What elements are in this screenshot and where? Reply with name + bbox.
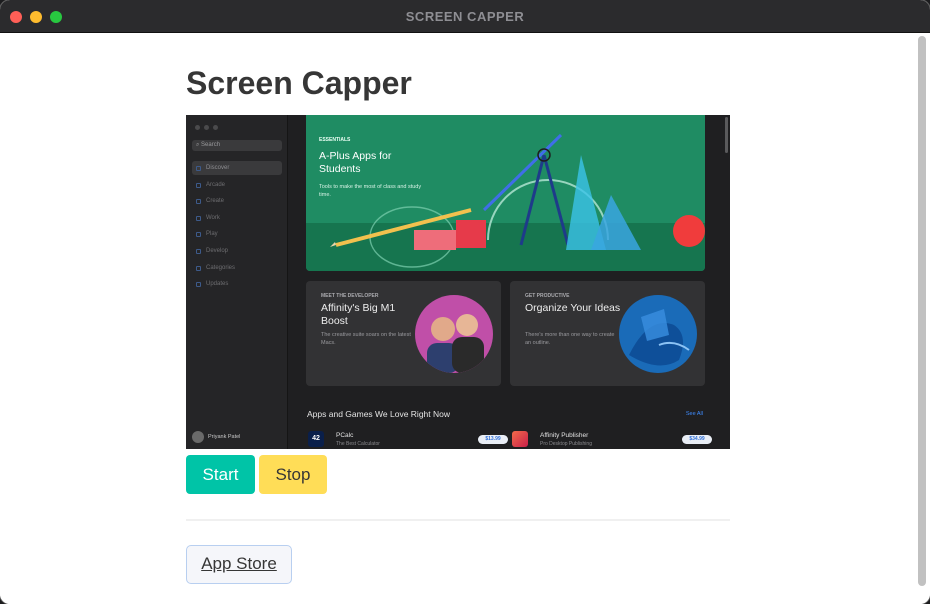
people-photo-icon: [427, 314, 484, 373]
window-title: SCREEN CAPPER: [405, 9, 525, 24]
rocket-icon: [196, 232, 201, 237]
hero-description: Tools to make the most of class and stud…: [319, 184, 422, 198]
preview-nav-develop: Develop: [192, 244, 282, 258]
hero-title: A-Plus Apps for Students: [319, 150, 392, 175]
title-bar[interactable]: SCREEN CAPPER: [0, 0, 930, 33]
preview-see-all-link: See All: [685, 411, 703, 417]
preview-nav-label: Play: [206, 231, 218, 237]
hand-illustration-icon: [629, 309, 690, 366]
developer-photo: [415, 295, 493, 373]
preview-search-label: Search: [201, 142, 221, 148]
preview-app-item: Affinity Publisher Pro Desktop Publishin…: [512, 431, 712, 449]
app-name: PCalc: [336, 432, 354, 439]
download-icon: [196, 282, 201, 287]
preview-hero-banner: ESSENTIALS A-Plus Apps for Students Tool…: [306, 115, 705, 271]
preview-nav-label: Categories: [206, 265, 236, 271]
preview-scrollbar: [725, 117, 728, 153]
preview-nav-label: Discover: [206, 165, 230, 171]
scrollbar-thumb[interactable]: [918, 36, 926, 586]
page-title: Screen Capper: [186, 65, 412, 101]
preview-nav-create: Create: [192, 194, 282, 208]
preview-search: ⌕ Search: [192, 140, 282, 151]
preview-nav-updates: Updates: [192, 277, 282, 291]
preview-traffic-dot: [204, 125, 209, 130]
preview-card-developer: MEET THE DEVELOPER Affinity's Big M1 Boo…: [306, 281, 501, 386]
preview-card-productive: GET PRODUCTIVE Organize Your Ideas There…: [510, 281, 705, 386]
app-subtitle: Pro Desktop Publishing: [540, 441, 592, 447]
preview-nav-play: Play: [192, 227, 282, 241]
start-button[interactable]: Start: [186, 455, 255, 494]
app-window: SCREEN CAPPER Screen Capper ⌕ Search Dis…: [0, 0, 930, 604]
outline-illustration: [619, 295, 697, 373]
star-icon: [196, 166, 201, 171]
preview-user-name: Priyank Patel: [208, 434, 241, 440]
app-store-link-button[interactable]: App Store: [186, 545, 292, 584]
preview-traffic-dot: [195, 125, 200, 130]
arcade-icon: [196, 183, 201, 188]
preview-nav-categories: Categories: [192, 261, 282, 275]
preview-traffic-dot: [213, 125, 218, 130]
avatar: [192, 431, 204, 443]
preview-section-title: Apps and Games We Love Right Now: [307, 409, 450, 419]
preview-nav-label: Develop: [206, 248, 229, 254]
hero-eyebrow: ESSENTIALS: [319, 137, 351, 143]
preview-main: ESSENTIALS A-Plus Apps for Students Tool…: [288, 115, 730, 449]
preview-nav-label: Work: [206, 215, 220, 221]
preview-nav-arcade: Arcade: [192, 178, 282, 192]
preview-nav-discover: Discover: [192, 161, 282, 175]
app-price-badge: $34.99: [682, 435, 712, 444]
card-eyebrow: GET PRODUCTIVE: [525, 293, 570, 299]
card-description: There's more than one way to create an o…: [525, 332, 615, 346]
screenshot-preview: ⌕ Search Discover Arcade Create Work Pla…: [186, 115, 730, 449]
app-subtitle: The Best Calculator: [336, 441, 380, 447]
preview-nav-label: Create: [206, 198, 225, 204]
stop-button[interactable]: Stop: [259, 455, 327, 494]
app-name: Affinity Publisher: [540, 432, 589, 439]
app-price-badge: $13.99: [478, 435, 508, 444]
preview-user: Priyank Patel: [192, 431, 240, 443]
hammer-icon: [196, 249, 201, 254]
card-eyebrow: MEET THE DEVELOPER: [321, 293, 379, 299]
affinity-app-icon: [512, 431, 528, 447]
grid-icon: [196, 266, 201, 271]
preview-nav-label: Arcade: [206, 182, 226, 188]
preview-sidebar: ⌕ Search Discover Arcade Create Work Pla…: [186, 115, 288, 449]
pcalc-app-icon: 42: [308, 431, 324, 447]
preview-app-item: 42 PCalc The Best Calculator $13.99: [308, 431, 508, 449]
card-title: Organize Your Ideas: [525, 302, 621, 314]
preview-nav-work: Work: [192, 211, 282, 225]
card-description: The creative suite soars on the latest M…: [321, 332, 411, 346]
preview-nav-label: Updates: [206, 281, 229, 287]
divider: [186, 519, 730, 521]
plane-icon: [196, 216, 201, 221]
brush-icon: [196, 199, 201, 204]
card-title: Affinity's Big M1 Boost: [321, 302, 396, 327]
